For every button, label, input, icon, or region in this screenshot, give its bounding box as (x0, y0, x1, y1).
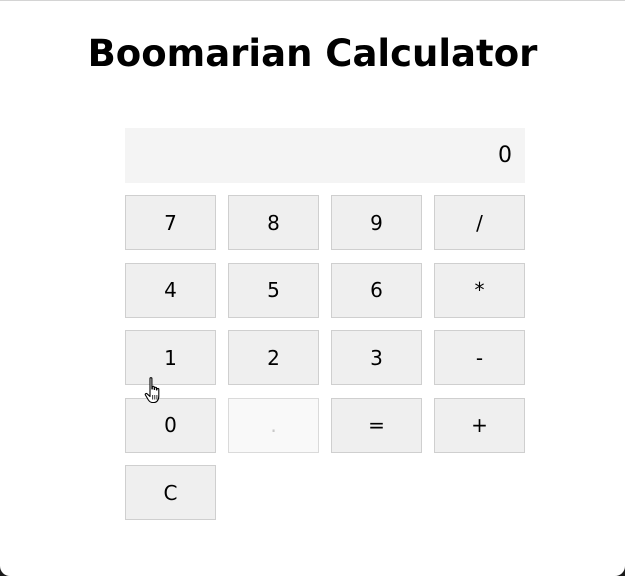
key-6[interactable]: 6 (331, 262, 422, 318)
add-button[interactable]: + (434, 397, 525, 453)
key-1[interactable]: 1 (125, 330, 216, 385)
keypad: 7 8 9/ 4 5 6 * 1 2 3- 0. = + C (125, 195, 525, 520)
decimal-button: . (228, 397, 319, 453)
equals-button[interactable]: = (331, 397, 422, 453)
key-5[interactable]: 5 (228, 262, 319, 318)
page-title: Boomarian Calculator (87, 32, 538, 75)
calculator-display: 0 (125, 128, 525, 183)
key-7[interactable]: 7 (125, 195, 216, 250)
subtract-button[interactable]: - (434, 330, 525, 385)
key-3[interactable]: 3 (331, 330, 422, 385)
divide-button[interactable]: / (434, 195, 525, 250)
key-8[interactable]: 8 (228, 195, 319, 250)
key-4[interactable]: 4 (125, 262, 216, 318)
calculator-window: Boomarian Calculator 0 7 8 9/ 4 5 6 * 1 2 3- 0. = + C (0, 0, 625, 576)
clear-button[interactable]: C (125, 465, 216, 520)
multiply-button[interactable]: * (434, 262, 525, 318)
key-0[interactable]: 0 (125, 397, 216, 453)
key-2[interactable]: 2 (228, 330, 319, 385)
key-9[interactable]: 9 (331, 195, 422, 250)
